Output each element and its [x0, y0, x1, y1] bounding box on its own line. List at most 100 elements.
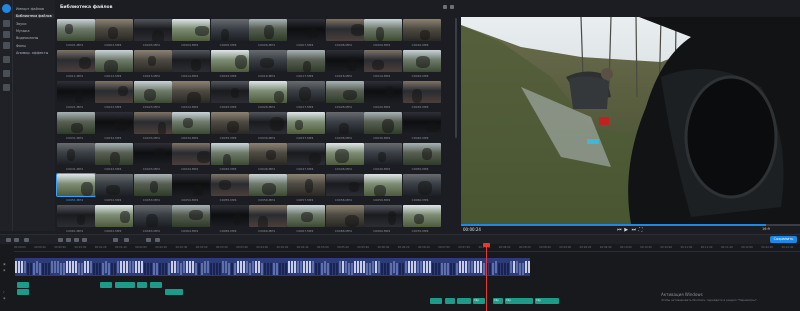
media-thumbnail[interactable]: C0027.MP4	[287, 81, 326, 113]
media-thumbnail[interactable]: C0051.MP4	[56, 173, 96, 206]
media-thumbnail[interactable]: C0064.MP4	[172, 205, 211, 237]
menu-item[interactable]: Звуки	[16, 22, 26, 26]
media-thumbnail[interactable]: C0039.MP4	[364, 112, 403, 144]
media-thumbnail[interactable]: C0018.MP4	[325, 50, 364, 82]
rotate-icon[interactable]	[66, 238, 71, 242]
filter-icon[interactable]	[443, 5, 447, 9]
media-thumbnail[interactable]: C0011.MP4	[57, 50, 95, 82]
redo-icon[interactable]	[14, 238, 19, 242]
media-thumbnail[interactable]: C0045.MP4	[210, 143, 249, 175]
audio-clip[interactable]	[150, 282, 162, 288]
media-thumbnail[interactable]: C0054.MP4	[172, 174, 211, 206]
menu-item[interactable]: Анимир. эффекты	[16, 51, 48, 55]
media-thumbnail[interactable]: C0022.MP4	[95, 81, 134, 113]
library-scrollbar[interactable]	[455, 18, 457, 138]
playhead[interactable]	[486, 244, 487, 311]
media-thumbnail[interactable]: C0044.MP4	[172, 143, 211, 175]
video-track[interactable]	[15, 258, 530, 276]
skip-forward-icon[interactable]: ⏭	[632, 228, 637, 233]
media-thumbnail[interactable]: C0041.MP4	[57, 143, 95, 175]
media-thumbnail[interactable]: C0034.MP4	[172, 112, 211, 144]
media-thumbnail[interactable]: C0009.MP4	[364, 19, 403, 51]
export-button[interactable]: Сохранить	[770, 236, 797, 243]
skip-back-icon[interactable]: ⏮	[617, 228, 622, 233]
audio-clip[interactable]	[430, 298, 442, 304]
media-thumbnail[interactable]: C0021.MP4	[57, 81, 95, 113]
media-thumbnail[interactable]: C0043.MP4	[133, 143, 172, 175]
media-thumbnail[interactable]: C0030.MP4	[402, 81, 441, 113]
fullscreen-icon[interactable]: ⛶	[639, 228, 644, 233]
delete-icon[interactable]	[24, 238, 29, 242]
playback-progress[interactable]	[461, 224, 800, 226]
media-thumbnail[interactable]: C0062.MP4	[95, 205, 134, 237]
transition-icon[interactable]	[124, 238, 129, 242]
media-thumbnail[interactable]: C0063.MP4	[133, 205, 172, 237]
media-thumbnail[interactable]: C0052.MP4	[95, 174, 134, 206]
filters-icon[interactable]	[3, 31, 10, 38]
media-thumbnail[interactable]: C0035.MP4	[210, 112, 249, 144]
audio-track-mute-icon[interactable]: ◉	[3, 296, 6, 300]
audio-clip[interactable]	[165, 289, 183, 295]
media-thumbnail[interactable]: C0058.MP4	[325, 174, 364, 206]
play-icon[interactable]: ▶	[624, 228, 629, 233]
media-thumbnail[interactable]: C0024.MP4	[172, 81, 211, 113]
media-thumbnail[interactable]: C0016.MP4	[249, 50, 287, 82]
audio-clip[interactable]	[115, 282, 135, 288]
media-thumbnail[interactable]: C0006.MP4	[249, 19, 287, 51]
audio-track[interactable]: Clip Clip Clip Clip	[15, 282, 560, 309]
media-thumbnail[interactable]: C0004.MP4	[172, 19, 211, 51]
audio-clip[interactable]	[445, 298, 455, 304]
media-thumbnail[interactable]: C0028.MP4	[325, 81, 364, 113]
audio-clip[interactable]: Clip	[473, 298, 485, 304]
media-thumbnail[interactable]: C0026.MP4	[249, 81, 287, 113]
menu-item[interactable]: Фоны	[16, 44, 26, 48]
media-thumbnail[interactable]: C0037.MP4	[287, 112, 326, 144]
cut-icon[interactable]	[58, 238, 63, 242]
media-thumbnail[interactable]: C0025.MP4	[210, 81, 249, 113]
sort-icon[interactable]	[450, 5, 454, 9]
media-thumbnail[interactable]: C0010.MP4	[402, 19, 441, 51]
media-thumbnail[interactable]: C0053.MP4	[133, 174, 172, 206]
media-thumbnail[interactable]: C0017.MP4	[287, 50, 326, 82]
media-thumbnail[interactable]: C0032.MP4	[95, 112, 134, 144]
crop-icon[interactable]	[74, 238, 79, 242]
stickers-icon[interactable]	[3, 70, 10, 77]
media-thumbnail[interactable]: C0007.MP4	[287, 19, 326, 51]
audio-clip[interactable]	[457, 298, 471, 304]
import-icon[interactable]	[3, 20, 10, 27]
media-thumbnail[interactable]: C0059.MP4	[364, 174, 403, 206]
record-icon[interactable]	[155, 238, 160, 242]
media-thumbnail[interactable]: C0015.MP4	[210, 50, 249, 82]
media-thumbnail[interactable]: C0070.MP4	[402, 205, 441, 237]
audio-clip[interactable]: Clip	[493, 298, 503, 304]
audio-clip[interactable]	[137, 282, 147, 288]
media-thumbnail[interactable]: C0008.MP4	[325, 19, 364, 51]
audio-clip[interactable]	[17, 282, 29, 288]
audio-icon[interactable]	[146, 238, 151, 242]
media-thumbnail[interactable]: C0048.MP4	[325, 143, 364, 175]
video-track-mute-icon[interactable]: ◉	[3, 268, 6, 272]
media-thumbnail[interactable]: C0040.MP4	[402, 112, 441, 144]
menu-item[interactable]: Библиотека файлов	[14, 14, 54, 19]
media-thumbnail[interactable]: C0023.MP4	[133, 81, 172, 113]
media-thumbnail[interactable]: C0013.MP4	[133, 50, 172, 82]
more-tools-icon[interactable]	[3, 84, 10, 91]
media-thumbnail[interactable]: C0056.MP4	[249, 174, 287, 206]
transitions-icon[interactable]	[3, 42, 10, 49]
media-thumbnail[interactable]: C0014.MP4	[172, 50, 211, 82]
app-logo-icon[interactable]	[2, 4, 11, 13]
media-thumbnail[interactable]: C0033.MP4	[133, 112, 172, 144]
media-thumbnail[interactable]: C0049.MP4	[364, 143, 403, 175]
media-thumbnail[interactable]: C0068.MP4	[325, 205, 364, 237]
media-thumbnail[interactable]: C0036.MP4	[249, 112, 287, 144]
audio-clip[interactable]	[17, 289, 29, 295]
media-thumbnail[interactable]: C0042.MP4	[95, 143, 134, 175]
media-thumbnail[interactable]: C0057.MP4	[287, 174, 326, 206]
media-thumbnail[interactable]: C0001.MP4	[57, 19, 95, 51]
media-thumbnail[interactable]: C0038.MP4	[325, 112, 364, 144]
audio-clip[interactable]: Clip	[535, 298, 559, 304]
media-thumbnail[interactable]: C0067.MP4	[287, 205, 326, 237]
media-thumbnail[interactable]: C0029.MP4	[364, 81, 403, 113]
titles-icon[interactable]	[3, 56, 10, 63]
media-thumbnail[interactable]: C0005.MP4	[210, 19, 249, 51]
